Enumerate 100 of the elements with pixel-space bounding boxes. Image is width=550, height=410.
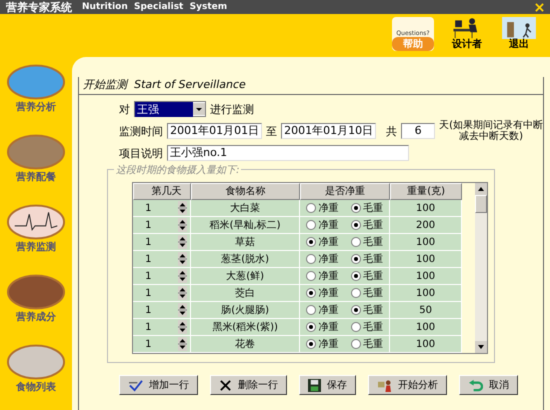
form-label: 进行监测 — [210, 102, 254, 116]
sidebar-item[interactable]: 营养分析 — [7, 64, 66, 114]
weight-cell: 200 — [390, 217, 462, 234]
toolbar-button[interactable]: 退出 — [500, 17, 538, 51]
weight-cell: 100 — [390, 319, 462, 336]
description-field[interactable]: 王小强no.1 — [167, 145, 410, 161]
spinner-icon[interactable] — [178, 252, 188, 266]
day-cell: 1 — [133, 285, 192, 302]
gross-radio[interactable]: 毛重 — [350, 201, 383, 215]
net-radio[interactable]: 净重 — [306, 218, 338, 232]
exit-scene-icon — [500, 17, 538, 39]
undo-arrow-icon — [468, 378, 484, 392]
weight-cell: 100 — [390, 268, 462, 285]
gross-radio[interactable]: 毛重 — [350, 303, 383, 317]
sidebar-item[interactable]: 营养监测 — [7, 204, 66, 254]
form-label: 项目说明 — [119, 146, 164, 160]
food-cell: 稻米(早籼,标二) — [191, 217, 300, 234]
sidebar-item[interactable]: 营养成分 — [7, 274, 66, 324]
gross-radio[interactable]: 毛重 — [350, 218, 383, 232]
food-cell: 花卷 — [191, 336, 300, 353]
weight-cell: 100 — [390, 285, 462, 302]
scroll-thumb[interactable] — [475, 195, 487, 213]
spinner-icon[interactable] — [178, 269, 188, 283]
column-header[interactable]: 食物名称 — [191, 183, 300, 200]
spinner-icon[interactable] — [178, 320, 188, 334]
food-cell: 大葱(鲜) — [191, 268, 300, 285]
net-radio[interactable]: 净重 — [306, 235, 338, 249]
spinner-icon[interactable] — [178, 201, 188, 215]
net-radio[interactable]: 净重 — [306, 286, 338, 300]
net-radio[interactable]: 净重 — [306, 201, 338, 215]
form-label: 共 — [386, 124, 398, 138]
net-radio[interactable]: 净重 — [306, 269, 338, 283]
days-field[interactable]: 6 — [401, 123, 436, 139]
scrollbar[interactable] — [475, 183, 487, 353]
note-text: 天(如果期间记录有中断 — [439, 120, 543, 131]
scroll-down-icon[interactable] — [475, 341, 487, 353]
column-header[interactable]: 第几天 — [133, 183, 192, 200]
weight-cell: 100 — [390, 251, 462, 268]
form-label: 对 — [119, 102, 130, 116]
food-cell: 大白菜 — [191, 200, 300, 217]
gross-radio[interactable]: 毛重 — [350, 320, 383, 334]
day-cell: 1 — [133, 251, 192, 268]
window-subtitle: Nutrition Specialist System — [82, 2, 228, 12]
day-cell: 1 — [133, 336, 192, 353]
form-label: 监测时间 — [119, 124, 164, 138]
gross-radio[interactable]: 毛重 — [350, 252, 383, 266]
end-date-field[interactable]: 2001年01月10日 — [281, 123, 376, 139]
weight-cell: 100 — [390, 336, 462, 353]
action-button[interactable]: 保存 — [299, 375, 356, 395]
day-cell: 1 — [133, 302, 192, 319]
food-cell: 黑米(稻米(紫)) — [191, 319, 300, 336]
day-cell: 1 — [133, 268, 192, 285]
cross-icon — [219, 378, 232, 392]
gross-radio[interactable]: 毛重 — [350, 235, 383, 249]
photo-placeholder — [7, 344, 66, 380]
note-text: 减去中断天数) — [459, 131, 523, 142]
food-cell: 葱茎(脱水) — [191, 251, 300, 268]
start-date-field[interactable]: 2001年01月01日 — [167, 123, 262, 139]
spinner-icon[interactable] — [178, 303, 188, 317]
gross-radio[interactable]: 毛重 — [350, 337, 383, 351]
weight-cell: 100 — [390, 200, 462, 217]
net-radio[interactable]: 净重 — [306, 337, 338, 351]
spinner-icon[interactable] — [178, 286, 188, 300]
weight-cell: 50 — [390, 302, 462, 319]
action-button[interactable]: 删除一行 — [210, 375, 288, 395]
weight-cell: 100 — [390, 234, 462, 251]
spinner-icon[interactable] — [178, 218, 188, 232]
sidebar-item[interactable]: 营养配餐 — [7, 134, 66, 184]
spinner-icon[interactable] — [178, 235, 188, 249]
heartbeat-picture — [7, 204, 66, 240]
column-header[interactable]: 是否净重 — [300, 183, 390, 200]
spinner-icon[interactable] — [178, 337, 188, 351]
net-radio[interactable]: 净重 — [306, 252, 338, 266]
day-cell: 1 — [133, 217, 192, 234]
food-cell: 肠(火腿肠) — [191, 302, 300, 319]
day-cell: 1 — [133, 319, 192, 336]
action-button[interactable]: 开始分析 — [368, 375, 448, 395]
person-dropdown[interactable]: 王强 — [134, 101, 206, 117]
spell-check-icon — [128, 378, 144, 392]
close-icon[interactable] — [535, 2, 544, 12]
day-cell: 1 — [133, 234, 192, 251]
panel-title: 开始监测 Start of Serveillance — [79, 77, 543, 95]
group-legend: 这段时期的食物摄入量如下: — [114, 163, 242, 177]
action-button[interactable]: 取消 — [459, 375, 518, 395]
photo-placeholder — [7, 134, 66, 170]
toolbar-button[interactable]: 设计者 — [448, 17, 486, 51]
column-header[interactable]: 重量(克) — [390, 183, 462, 200]
net-radio[interactable]: 净重 — [306, 320, 338, 334]
photo-placeholder — [7, 64, 66, 100]
gross-radio[interactable]: 毛重 — [350, 269, 383, 283]
net-radio[interactable]: 净重 — [306, 303, 338, 317]
gross-radio[interactable]: 毛重 — [350, 286, 383, 300]
scroll-up-icon[interactable] — [475, 183, 487, 195]
sidebar-item[interactable]: 食物列表 — [7, 344, 66, 394]
person-at-computer-icon — [377, 378, 392, 392]
food-cell: 茭白 — [191, 285, 300, 302]
action-button[interactable]: 增加一行 — [119, 375, 198, 395]
window-title: 营养专家系统 — [6, 0, 72, 14]
photo-placeholder — [7, 274, 66, 310]
food-cell: 草菇 — [191, 234, 300, 251]
